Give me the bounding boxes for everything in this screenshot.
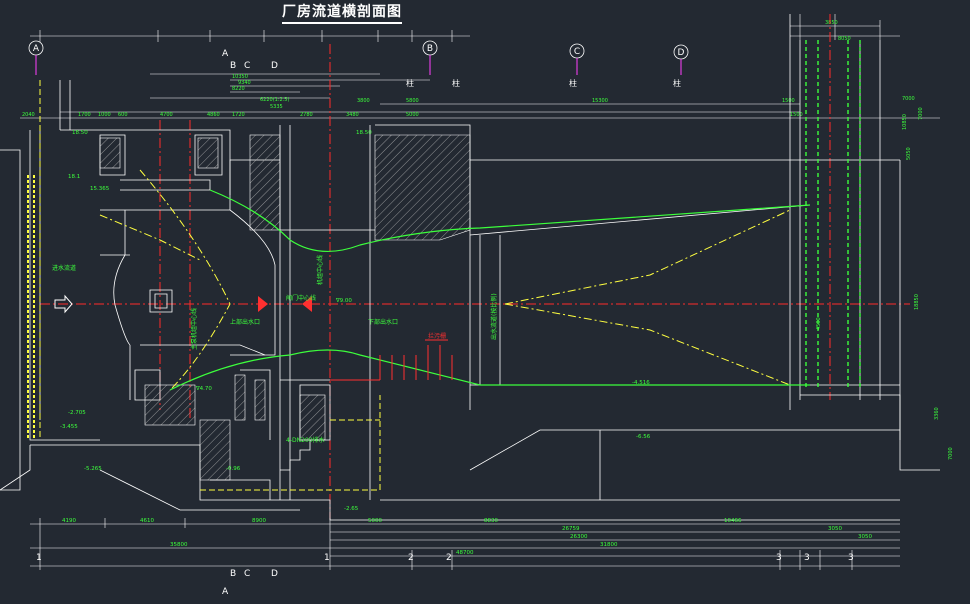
axis-top-b: B [427, 44, 433, 54]
marker-bottom-a: A [222, 587, 229, 597]
label-pipe: 4-DN200排水 [286, 436, 325, 444]
label-unit-center1: 主泵机组中心线 [190, 308, 198, 350]
top-dim-18: 5800 [406, 98, 419, 104]
bottom-dim-r1-1: 4190 [62, 518, 76, 524]
col-label-2: 柱 [452, 78, 460, 88]
right-column-green [805, 40, 861, 390]
red-center-lines [40, 14, 910, 520]
elev-floor1: ∇4.70 [195, 386, 212, 392]
label-unit-center2: 机组中心线 [316, 255, 324, 285]
bottom-dim-r2-1: 26759 [562, 526, 580, 532]
right-dim-2: 7000 [918, 107, 924, 120]
top-dim-12: 4860 [207, 112, 220, 118]
label-outlet-vert: 出水流道(按比例) [490, 293, 498, 340]
top-dim-15: 3480 [346, 112, 359, 118]
top-dim-11: 4700 [160, 112, 173, 118]
top-dim-14: 2780 [300, 112, 313, 118]
bottom-dim-r3-2: 48700 [456, 550, 474, 556]
elev-left-low: -2.705 [68, 410, 86, 416]
elev-left-top: 18.50 [72, 130, 88, 136]
bottom-dimension-lines [30, 518, 900, 570]
axis-bubbles-top [28, 40, 689, 60]
elev-right-bottom: -6.56 [636, 434, 651, 440]
bottom-axis-3c: 3 [848, 553, 854, 563]
elev-base2: -0.96 [226, 466, 241, 472]
label-bottom-outlet: 下部出水口 [368, 318, 398, 326]
label-gate-center: 闸门中心线 [286, 294, 316, 302]
bottom-axis-3a: 3 [776, 553, 782, 563]
axis-top-d: D [678, 48, 685, 58]
top-dim-17: 5000 [406, 112, 419, 118]
col-label-1: 柱 [406, 78, 414, 88]
marker-bottom-d: D [271, 569, 278, 579]
right-dim-5: 4580 [816, 317, 822, 330]
top-dim-19: 15300 [592, 98, 608, 104]
bottom-dim-r1-3: 8900 [252, 518, 266, 524]
right-dim-3: 5050 [906, 147, 912, 160]
bottom-dim-r1-2: 4610 [140, 518, 154, 524]
elev-left-low2: -3.455 [60, 424, 78, 430]
right-dim-1: 10850 [902, 114, 908, 130]
top-dim-10: 600 [118, 112, 128, 118]
bottom-dim-r1-4: 5000 [368, 518, 382, 524]
top-dim-21: 1500 [790, 112, 803, 118]
right-dim-7: 3360 [934, 407, 940, 420]
hatched-concrete [99, 134, 471, 481]
axis-top-c: C [574, 47, 580, 57]
bottom-dim-r1-7: 3050 [828, 526, 842, 532]
marker-top-a: A [222, 49, 229, 59]
elev-mid-gate: ∇9.00 [335, 298, 352, 304]
top-dim-6: 5335 [270, 104, 283, 110]
water-level-lines [169, 189, 811, 391]
label-top-outlet: 上部出水口 [230, 318, 260, 326]
top-dim-23: 8050 [838, 36, 851, 42]
col-label-4: 柱 [673, 78, 681, 88]
bottom-axis-1b: 1 [324, 553, 330, 563]
marker-top-c: C [244, 61, 250, 71]
col-label-3: 柱 [569, 78, 577, 88]
elev-base3: -2.65 [344, 506, 359, 512]
top-dim-4: 8220 [232, 86, 245, 92]
top-dim-20: 1500 [782, 98, 795, 104]
bottom-dim-r2-3: 31800 [600, 542, 618, 548]
marker-top-d: D [271, 61, 278, 71]
yellow-solid-wall [27, 175, 35, 440]
elev-left-mid2: 15.365 [90, 186, 110, 192]
elev-right-low: -4.516 [632, 380, 650, 386]
top-dim-13: 1720 [232, 112, 245, 118]
top-dim-5: 6220(1:2.5) [260, 97, 289, 103]
bottom-dim-r2-4: 3050 [858, 534, 872, 540]
cad-drawing[interactable]: A B C D 柱 柱 柱 柱 3850 10350 9340 8220 622… [0, 0, 970, 604]
label-inlet: 进水流道 [52, 264, 76, 272]
marker-top-b: B [230, 61, 236, 71]
right-dim-6: 7000 [948, 447, 954, 460]
bottom-dim-r2-2: 26300 [570, 534, 588, 540]
right-dim-4: 18850 [914, 294, 920, 310]
top-dim-7: 2040 [22, 112, 35, 118]
axis-top-a: A [33, 44, 40, 54]
elev-left-mid1: 18.1 [68, 174, 80, 180]
marker-bottom-b: B [230, 569, 236, 579]
bottom-dim-r1-5: 8830 [484, 518, 498, 524]
bottom-axis-1a: 1 [36, 553, 42, 563]
marker-bottom-c: C [244, 569, 250, 579]
axis-leaders [35, 55, 682, 75]
bottom-axis-2b: 2 [446, 553, 452, 563]
top-dimension-lines [20, 14, 940, 119]
bottom-dim-r1-6: 10466 [724, 518, 742, 524]
label-trash: 拦污栅 [428, 332, 446, 340]
bottom-dim-r3-1: 35800 [170, 542, 188, 548]
bottom-axis-2a: 2 [408, 553, 414, 563]
elev-base1: -5.265 [84, 466, 102, 472]
top-dim-9: 1000 [98, 112, 111, 118]
top-dim-1: 3850 [825, 20, 838, 26]
elev-stair-top: 18.50 [356, 130, 372, 136]
top-dim-8: 1700 [78, 112, 91, 118]
bottom-axis-3b: 3 [804, 553, 810, 563]
structure-outline [0, 14, 940, 521]
top-dim-22: 7000 [902, 96, 915, 102]
top-dim-16: 3800 [357, 98, 370, 104]
